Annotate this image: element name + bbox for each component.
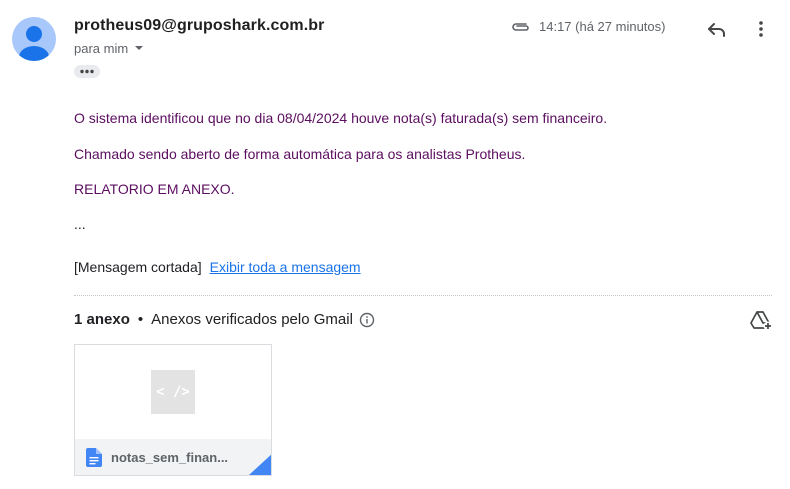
attachment-card[interactable]: < /> notas_sem_finan... [74,344,272,476]
attachments-scanned-label: Anexos verificados pelo Gmail [151,311,353,328]
doc-icon [86,447,102,467]
more-vert-icon [759,21,763,37]
trimmed-notice: [Mensagem cortada] Exibir toda a mensage… [74,259,361,275]
recipient-label: para mim [74,41,129,56]
message-time: 14:17 (há 27 minutos) [539,19,666,34]
attachments-header: 1 anexo • Anexos verificados pelo Gmail [74,311,375,328]
separator-bullet: • [137,311,144,328]
drive-add-icon [750,311,773,331]
attachments-divider [74,295,772,296]
sender-avatar[interactable] [12,17,56,61]
code-file-preview-icon: < /> [151,370,195,414]
reply-icon [708,23,725,37]
show-trimmed-icon [80,69,94,74]
attachment-filename: notas_sem_finan... [111,449,229,465]
body-line-2: Chamado sendo aberto de forma automática… [74,146,526,162]
sender-email[interactable]: protheus09@gruposhark.com.br [74,17,324,35]
attachment-preview: < /> [75,345,271,439]
more-options-button[interactable] [750,18,772,40]
message-meta: 14:17 (há 27 minutos) [511,19,665,34]
show-trimmed-content-button[interactable] [74,65,100,78]
info-icon[interactable] [359,312,375,328]
body-line-1: O sistema identificou que no dia 08/04/2… [74,110,608,126]
add-to-drive-button[interactable] [749,309,773,331]
reply-button[interactable] [706,18,728,40]
body-ellipsis: ... [74,216,86,232]
page-fold-icon [249,454,271,475]
body-line-3: RELATORIO EM ANEXO. [74,181,235,197]
show-full-message-link[interactable]: Exibir toda a mensagem [210,259,361,275]
chevron-down-icon[interactable] [134,41,144,56]
avatar-icon [19,26,49,61]
attachment-count: 1 anexo [74,311,130,328]
paperclip-icon [511,21,531,33]
trimmed-label: [Mensagem cortada] [74,259,202,275]
attachment-footer: notas_sem_finan... [75,439,271,475]
recipient-line[interactable]: para mim [74,41,144,56]
